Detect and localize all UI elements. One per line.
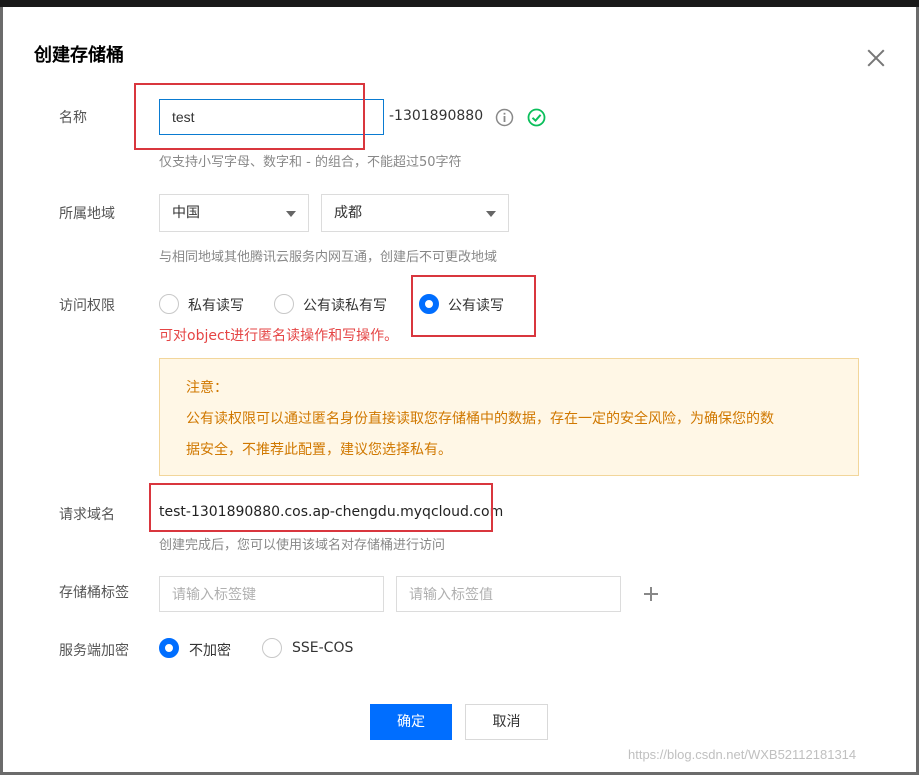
annotation-box-access — [411, 275, 536, 337]
domain-label: 请求域名 — [59, 507, 115, 523]
encryption-label: 服务端加密 — [59, 643, 129, 659]
region-hint: 与相同地域其他腾讯云服务内网互通，创建后不可更改地域 — [159, 250, 498, 265]
add-tag-icon[interactable] — [644, 587, 658, 601]
cancel-button[interactable]: 取消 — [465, 704, 548, 740]
notice-title: 注意： — [186, 380, 228, 396]
chevron-down-icon — [286, 211, 296, 217]
radio-public-read-private-write[interactable] — [274, 294, 294, 314]
domain-hint: 创建完成后，您可以使用该域名对存储桶进行访问 — [159, 538, 446, 553]
notice-line-1: 公有读权限可以通过匿名身份直接读取您存储桶中的数据，存在一定的安全风险，为确保您… — [186, 411, 774, 427]
notice-line-2: 据安全，不推荐此配置，建议您选择私有。 — [186, 442, 452, 458]
check-success-icon — [527, 108, 546, 127]
appid-suffix: -1301890880 — [389, 108, 484, 124]
chevron-down-icon — [486, 211, 496, 217]
radio-no-encryption-label[interactable]: 不加密 — [189, 640, 231, 660]
annotation-box-name — [134, 83, 365, 150]
tags-label: 存储桶标签 — [59, 585, 129, 601]
annotation-box-domain — [149, 483, 493, 532]
city-select[interactable]: 成都 — [321, 194, 509, 232]
radio-private-rw-label[interactable]: 私有读写 — [188, 295, 244, 315]
radio-sse-cos-label[interactable]: SSE-COS — [292, 640, 353, 656]
region-label: 所属地域 — [59, 206, 115, 222]
radio-no-encryption[interactable] — [159, 638, 179, 658]
confirm-button[interactable]: 确定 — [370, 704, 452, 740]
name-hint: 仅支持小写字母、数字和 - 的组合，不能超过50字符 — [159, 155, 462, 170]
country-select[interactable]: 中国 — [159, 194, 309, 232]
create-bucket-dialog: 创建存储桶 名称 -1301890880 仅支持小写字母、数字和 - 的组合，不… — [3, 7, 916, 772]
country-select-value: 中国 — [172, 205, 200, 221]
dialog-title: 创建存储桶 — [34, 45, 124, 66]
window-top-bar — [0, 0, 919, 7]
watermark-text: https://blog.csdn.net/WXB52112181314 — [628, 747, 857, 762]
tag-key-input[interactable] — [159, 576, 384, 612]
radio-sse-cos[interactable] — [262, 638, 282, 658]
security-notice: 注意： 公有读权限可以通过匿名身份直接读取您存储桶中的数据，存在一定的安全风险，… — [159, 358, 859, 476]
info-icon[interactable] — [495, 108, 514, 127]
close-icon[interactable] — [865, 47, 887, 69]
radio-private-rw[interactable] — [159, 294, 179, 314]
radio-public-read-private-write-label[interactable]: 公有读私有写 — [303, 295, 387, 315]
name-label: 名称 — [59, 110, 87, 126]
tag-value-input[interactable] — [396, 576, 621, 612]
city-select-value: 成都 — [334, 205, 362, 221]
access-warning-hint: 可对object进行匿名读操作和写操作。 — [159, 328, 399, 344]
access-label: 访问权限 — [59, 298, 115, 314]
